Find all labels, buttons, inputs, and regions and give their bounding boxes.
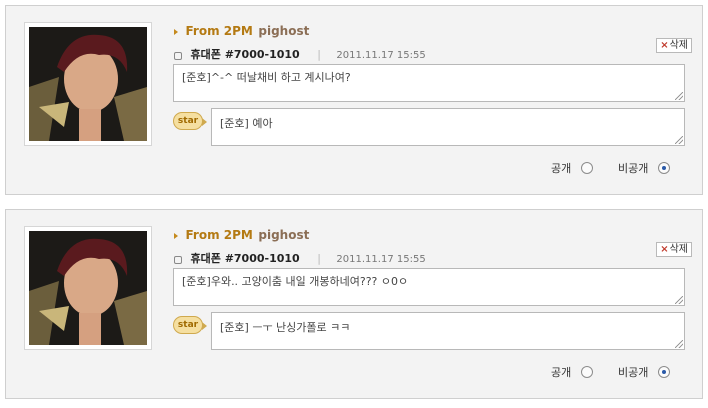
public-radio[interactable]	[580, 366, 593, 378]
close-icon: ×	[660, 244, 669, 255]
private-label: 비공개	[618, 366, 649, 379]
public-radio[interactable]	[580, 162, 593, 174]
sender-line: From 2PM pighost	[174, 228, 309, 242]
phone-number: 휴대폰 #7000-1010	[190, 252, 300, 265]
sender-line: From 2PM pighost	[174, 24, 309, 38]
public-label: 공개	[551, 162, 572, 175]
lock-icon	[174, 52, 182, 60]
separator: |	[317, 48, 321, 61]
message-text: [준호]^-^ 떠날채비 하고 계시나여?	[182, 71, 351, 84]
resize-grip-icon[interactable]	[675, 340, 683, 348]
meta-line: 휴대폰 #7000-1010 | 2011.11.17 15:55	[174, 46, 426, 62]
delete-button[interactable]: ×삭제	[656, 38, 692, 53]
comment-card: From 2PM pighost 휴대폰 #7000-1010 | 2011.1…	[5, 209, 703, 399]
nickname[interactable]: pighost	[258, 24, 309, 38]
delete-button[interactable]: ×삭제	[656, 242, 692, 257]
message-box[interactable]: [준호]우와.. 고양이춤 내일 개봉하네여??? ㅇ0ㅇ	[173, 268, 685, 306]
visibility-public-option[interactable]: 공개	[551, 364, 593, 380]
star-badge: star	[173, 112, 207, 130]
visibility-public-option[interactable]: 공개	[551, 160, 593, 176]
from-label: From 2PM	[185, 24, 253, 38]
phone-number: 휴대폰 #7000-1010	[190, 48, 300, 61]
public-label: 공개	[551, 366, 572, 379]
star-badge: star	[173, 316, 207, 334]
private-radio[interactable]	[657, 162, 670, 174]
timestamp: 2011.11.17 15:55	[336, 50, 426, 61]
timestamp: 2011.11.17 15:55	[336, 254, 426, 265]
reply-box[interactable]: [준호] 예아	[211, 108, 685, 146]
from-label: From 2PM	[185, 228, 253, 242]
comment-card: From 2PM pighost 휴대폰 #7000-1010 | 2011.1…	[5, 5, 703, 195]
resize-grip-icon[interactable]	[675, 296, 683, 304]
profile-photo	[24, 22, 152, 146]
visibility-private-option[interactable]: 비공개	[618, 160, 670, 176]
lock-icon	[174, 256, 182, 264]
meta-line: 휴대폰 #7000-1010 | 2011.11.17 15:55	[174, 250, 426, 266]
bullet-arrow-icon	[174, 233, 178, 239]
resize-grip-icon[interactable]	[675, 92, 683, 100]
nickname[interactable]: pighost	[258, 228, 309, 242]
resize-grip-icon[interactable]	[675, 136, 683, 144]
reply-box[interactable]: [준호] ㅡㅜ 난싱가폴로 ㅋㅋ	[211, 312, 685, 350]
profile-image	[29, 27, 147, 141]
profile-image	[29, 231, 147, 345]
reply-text: [준호] ㅡㅜ 난싱가폴로 ㅋㅋ	[220, 321, 351, 334]
visibility-private-option[interactable]: 비공개	[618, 364, 670, 380]
message-text: [준호]우와.. 고양이춤 내일 개봉하네여??? ㅇ0ㅇ	[182, 275, 409, 288]
delete-label: 삭제	[669, 244, 688, 255]
bullet-arrow-icon	[174, 29, 178, 35]
profile-photo	[24, 226, 152, 350]
private-radio[interactable]	[657, 366, 670, 378]
separator: |	[317, 252, 321, 265]
reply-text: [준호] 예아	[220, 117, 273, 130]
delete-label: 삭제	[669, 40, 688, 51]
message-box[interactable]: [준호]^-^ 떠날채비 하고 계시나여?	[173, 64, 685, 102]
close-icon: ×	[660, 40, 669, 51]
private-label: 비공개	[618, 162, 649, 175]
